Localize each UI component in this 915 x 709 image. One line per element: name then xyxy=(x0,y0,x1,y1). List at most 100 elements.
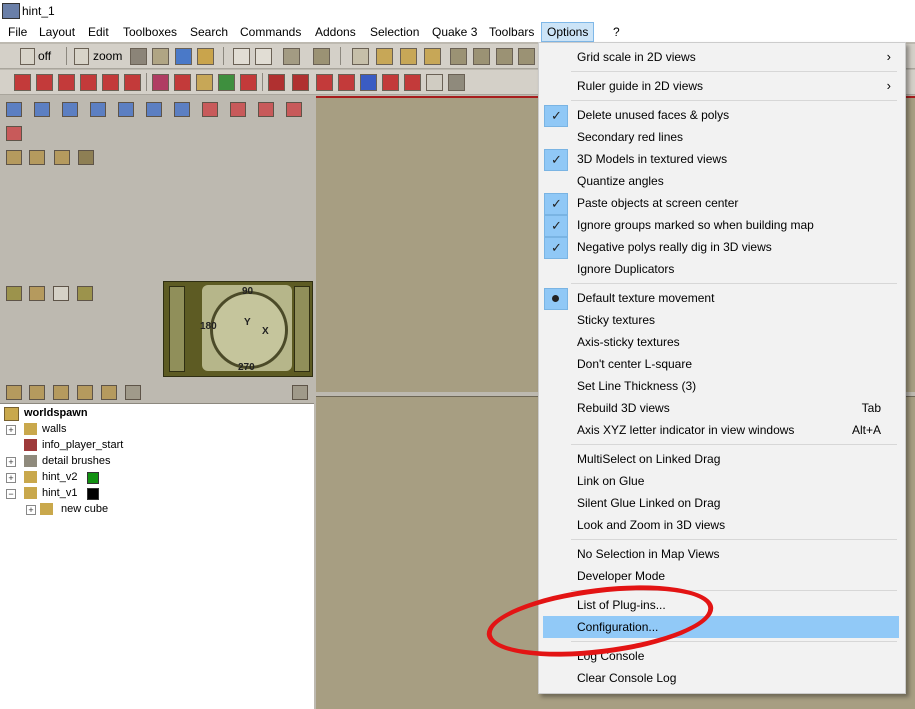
menu-item-ignore-duplicators[interactable]: Ignore Duplicators xyxy=(543,258,899,280)
menu-item-dont-center-l-square[interactable]: Don't center L-square xyxy=(543,353,899,375)
menu-item-delete-unused-faces[interactable]: ✓ Delete unused faces & polys xyxy=(543,104,899,127)
expand-toggle[interactable]: + xyxy=(6,473,16,483)
menu-quake3[interactable]: Quake 3 xyxy=(432,25,477,39)
menu-item-developer-mode[interactable]: Developer Mode xyxy=(543,565,899,587)
entity-icon[interactable] xyxy=(14,74,31,91)
menu-item-silent-glue-linked[interactable]: Silent Glue Linked on Drag xyxy=(543,492,899,514)
menu-help[interactable]: ? xyxy=(613,25,620,39)
brush-tool-icon[interactable] xyxy=(283,48,300,65)
entity-icon[interactable] xyxy=(36,74,53,91)
toolbox-icon[interactable] xyxy=(146,102,162,117)
tree-item-hint-v2[interactable]: + hint_v2 xyxy=(6,470,156,486)
collapse-toggle[interactable]: − xyxy=(6,489,16,499)
entity-icon[interactable] xyxy=(80,74,97,91)
grid-off-icon[interactable] xyxy=(20,48,35,65)
zoom-icon[interactable] xyxy=(74,48,89,65)
cube-icon[interactable] xyxy=(6,150,22,165)
entity-icon[interactable] xyxy=(360,74,377,91)
toolbox-icon[interactable] xyxy=(6,102,22,117)
menu-item-ruler-guide[interactable]: Ruler guide in 2D views › xyxy=(543,75,899,97)
entity-icon[interactable] xyxy=(124,74,141,91)
menu-item-clear-console-log[interactable]: Clear Console Log xyxy=(543,667,899,689)
menu-selection[interactable]: Selection xyxy=(370,25,419,39)
wedge-icon[interactable] xyxy=(54,150,70,165)
toolbox-icon[interactable] xyxy=(62,102,78,117)
menu-item-look-and-zoom-3d[interactable]: Look and Zoom in 3D views xyxy=(543,514,899,536)
expand-toggle[interactable]: + xyxy=(6,457,16,467)
entity-icon[interactable] xyxy=(316,74,333,91)
menu-toolbars[interactable]: Toolbars xyxy=(489,25,534,39)
tree-tool-icon[interactable] xyxy=(101,385,117,400)
cube-paste-icon[interactable] xyxy=(424,48,441,65)
rotate-tool-icon[interactable] xyxy=(29,286,45,301)
tree-tool-icon[interactable] xyxy=(125,385,141,400)
expand-toggle[interactable]: + xyxy=(6,425,16,435)
menu-item-default-texture-movement[interactable]: Default texture movement xyxy=(543,287,899,310)
tree-item-walls[interactable]: + walls xyxy=(6,422,156,438)
tree-tool-icon[interactable] xyxy=(292,385,308,400)
cube-copy-icon[interactable] xyxy=(400,48,417,65)
entity-icon[interactable] xyxy=(448,74,465,91)
toolbox-icon[interactable] xyxy=(202,102,218,117)
entity-icon[interactable] xyxy=(102,74,119,91)
grid-off-label[interactable]: off xyxy=(38,49,51,63)
compass-dial[interactable]: 90 180 270 Y X xyxy=(163,281,313,377)
cube-icon[interactable] xyxy=(376,48,393,65)
tree-tool-icon[interactable] xyxy=(77,385,93,400)
menu-item-axis-xyz-indicator[interactable]: Axis XYZ letter indicator in view window… xyxy=(543,419,899,441)
camera-icon[interactable] xyxy=(152,48,169,65)
zoom-label[interactable]: zoom xyxy=(93,49,122,63)
menu-addons[interactable]: Addons xyxy=(315,25,356,39)
toolbox-icon[interactable] xyxy=(90,102,106,117)
link-icon[interactable] xyxy=(450,48,467,65)
menu-item-3d-models-textured[interactable]: ✓ 3D Models in textured views xyxy=(543,148,899,171)
menu-item-link-on-glue[interactable]: Link on Glue xyxy=(543,470,899,492)
roll-slider[interactable] xyxy=(294,286,310,372)
scale-tool-icon[interactable] xyxy=(77,286,93,301)
eye-icon[interactable] xyxy=(496,48,513,65)
texture-icon[interactable] xyxy=(197,48,214,65)
entity-icon[interactable] xyxy=(196,74,213,91)
toolbox-icon[interactable] xyxy=(118,102,134,117)
entity-icon[interactable] xyxy=(174,74,191,91)
tree-tool-icon[interactable] xyxy=(6,385,22,400)
menu-edit[interactable]: Edit xyxy=(88,25,109,39)
menu-commands[interactable]: Commands xyxy=(240,25,301,39)
tree-item-hint-v1[interactable]: − hint_v1 xyxy=(6,486,156,502)
entity-icon[interactable] xyxy=(218,74,235,91)
path-tool-icon[interactable] xyxy=(233,48,250,65)
entity-icon[interactable] xyxy=(240,74,257,91)
menu-item-set-line-thickness[interactable]: Set Line Thickness (3) xyxy=(543,375,899,397)
face-tool-icon[interactable] xyxy=(313,48,330,65)
toolbox-icon[interactable] xyxy=(6,126,22,141)
cylinder-icon[interactable] xyxy=(78,150,94,165)
entity-icon[interactable] xyxy=(292,74,309,91)
tree-tool-icon[interactable] xyxy=(53,385,69,400)
menu-layout[interactable]: Layout xyxy=(39,25,75,39)
entity-icon[interactable] xyxy=(382,74,399,91)
tree-item-info-player-start[interactable]: info_player_start xyxy=(6,438,156,454)
entity-icon[interactable] xyxy=(268,74,285,91)
expand-toggle[interactable]: + xyxy=(26,505,36,515)
toolbox-icon[interactable] xyxy=(258,102,274,117)
menu-item-sticky-textures[interactable]: Sticky textures xyxy=(543,309,899,331)
entity-icon[interactable] xyxy=(404,74,421,91)
menu-item-axis-sticky-textures[interactable]: Axis-sticky textures xyxy=(543,331,899,353)
toolbox-icon[interactable] xyxy=(230,102,246,117)
menu-file[interactable]: File xyxy=(8,25,27,39)
glue-icon[interactable] xyxy=(473,48,490,65)
menu-item-multiselect-linked-drag[interactable]: MultiSelect on Linked Drag xyxy=(543,448,899,470)
menu-item-paste-at-center[interactable]: ✓ Paste objects at screen center xyxy=(543,192,899,215)
menu-item-quantize-angles[interactable]: Quantize angles xyxy=(543,170,899,192)
menu-item-no-selection-map-views[interactable]: No Selection in Map Views xyxy=(543,543,899,565)
tree-item-new-cube[interactable]: + new cube xyxy=(26,502,176,518)
tree-tool-icon[interactable] xyxy=(29,385,45,400)
entity-icon[interactable] xyxy=(338,74,355,91)
menu-toolboxes[interactable]: Toolboxes xyxy=(123,25,177,39)
rotate-icon[interactable] xyxy=(518,48,535,65)
menu-item-grid-scale[interactable]: Grid scale in 2D views › xyxy=(543,46,899,68)
menu-item-negative-polys[interactable]: ✓ Negative polys really dig in 3D views xyxy=(543,236,899,259)
tree-item-detail-brushes[interactable]: + detail brushes xyxy=(6,454,156,470)
3d-view-icon[interactable] xyxy=(130,48,147,65)
menu-item-ignore-groups[interactable]: ✓ Ignore groups marked so when building … xyxy=(543,214,899,237)
